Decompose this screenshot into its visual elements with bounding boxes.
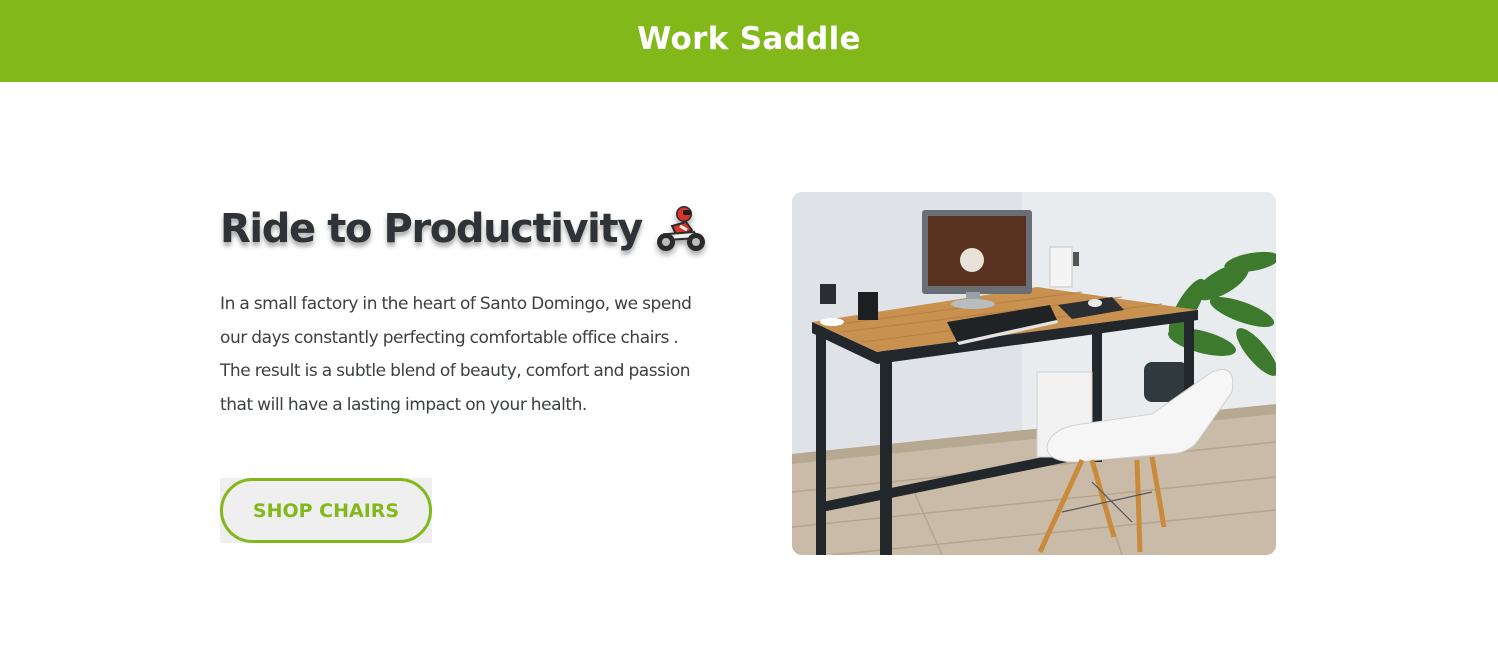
site-header: Work Saddle [0,0,1498,82]
brand-title[interactable]: Work Saddle [637,21,861,57]
hero-heading: Ride to Productivity [220,196,720,262]
hero-text-block: Ride to Productivity In a small factory … [220,196,720,415]
motorcycle-rider-icon [654,204,708,254]
hero-title: Ride to Productivity [220,206,643,252]
cta-container: SHOP CHAIRS [220,478,432,543]
shop-chairs-button[interactable]: SHOP CHAIRS [220,478,432,543]
hero-description: In a small factory in the heart of Santo… [220,294,692,415]
hero-desk-image [792,192,1276,555]
